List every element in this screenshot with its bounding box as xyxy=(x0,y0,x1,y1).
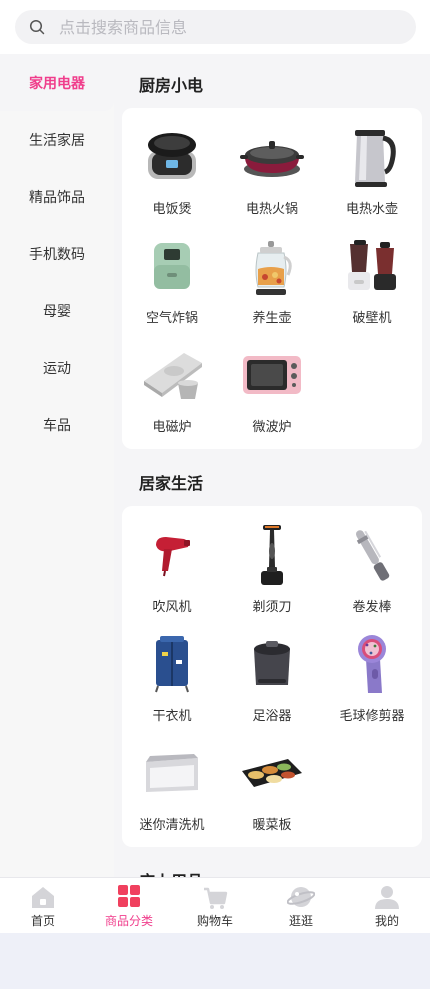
tab-cart[interactable]: 购物车 xyxy=(172,878,258,933)
product-label: 吹风机 xyxy=(152,600,192,615)
sidebar-item-baby[interactable]: 母婴 xyxy=(0,282,114,339)
rice-cooker-icon xyxy=(136,122,208,191)
planet-icon xyxy=(287,887,315,907)
tab-label: 我的 xyxy=(374,914,399,928)
tab-label: 购物车 xyxy=(196,914,233,928)
search-header xyxy=(0,0,430,54)
product-item[interactable]: 暖菜板 xyxy=(222,724,322,833)
bottom-tab-bar: 首页 商品分类 购物车 逛逛 我的 xyxy=(0,877,430,933)
product-item[interactable]: 吹风机 xyxy=(122,506,222,615)
tab-home[interactable]: 首页 xyxy=(0,878,86,933)
product-label: 足浴器 xyxy=(252,709,292,724)
home-icon xyxy=(32,887,54,908)
foot-bath-icon xyxy=(236,629,308,698)
product-item[interactable]: 足浴器 xyxy=(222,615,322,724)
sidebar-item-accessories[interactable]: 精品饰品 xyxy=(0,168,114,225)
product-item[interactable]: 破壁机 xyxy=(322,217,422,326)
mini-washer-icon xyxy=(136,738,208,807)
product-item[interactable]: 毛球修剪器 xyxy=(322,615,422,724)
sidebar-item-home-appliances[interactable]: 家用电器 xyxy=(0,54,114,111)
product-label: 干衣机 xyxy=(152,709,192,724)
product-item[interactable]: 电热水壶 xyxy=(322,108,422,217)
product-label: 剃须刀 xyxy=(252,600,292,615)
product-item[interactable]: 迷你清洗机 xyxy=(122,724,222,833)
curling-iron-icon xyxy=(336,520,408,589)
cart-icon xyxy=(204,887,228,909)
tab-explore[interactable]: 逛逛 xyxy=(258,878,344,933)
section-title: 厨房小电 xyxy=(139,76,204,95)
product-label: 电热火锅 xyxy=(245,202,298,217)
user-icon xyxy=(375,886,399,909)
product-item[interactable]: 空气炸锅 xyxy=(122,217,222,326)
product-label: 毛球修剪器 xyxy=(339,709,405,724)
induction-cooker-icon xyxy=(136,340,208,409)
hot-pot-icon xyxy=(236,122,308,191)
product-item[interactable]: 电磁炉 xyxy=(122,326,222,435)
section-title: 居家生活 xyxy=(139,474,204,493)
sidebar-item-digital[interactable]: 手机数码 xyxy=(0,225,114,282)
category-icon xyxy=(118,885,140,907)
tab-category[interactable]: 商品分类 xyxy=(86,878,172,933)
food-warmer-icon xyxy=(236,738,308,807)
shaver-icon xyxy=(236,520,308,589)
product-item[interactable]: 微波炉 xyxy=(222,326,322,435)
search-input[interactable] xyxy=(59,17,379,37)
product-label: 电磁炉 xyxy=(152,420,192,435)
product-label: 暖菜板 xyxy=(252,818,292,833)
tab-profile[interactable]: 我的 xyxy=(344,878,430,933)
product-label: 迷你清洗机 xyxy=(139,818,205,833)
sidebar-item-sports[interactable]: 运动 xyxy=(0,339,114,396)
product-label: 空气炸锅 xyxy=(145,311,198,326)
blender-icon xyxy=(336,231,408,300)
tab-label: 首页 xyxy=(30,914,55,928)
product-item[interactable]: 干衣机 xyxy=(122,615,222,724)
product-item[interactable]: 剃须刀 xyxy=(222,506,322,615)
product-item[interactable]: 电饭煲 xyxy=(122,108,222,217)
sidebar-item-home-living[interactable]: 生活家居 xyxy=(0,111,114,168)
health-pot-icon xyxy=(236,231,308,300)
product-grid: 电饭煲 电热火锅 电热水壶 空气炸锅 养生壶 破壁机 电磁炉 微波炉 xyxy=(122,108,422,449)
tab-label: 商品分类 xyxy=(104,914,153,928)
product-label: 卷发棒 xyxy=(352,600,392,615)
kettle-icon xyxy=(336,122,408,191)
microwave-icon xyxy=(236,340,308,409)
category-content: 厨房小电 电饭煲 电热火锅 电热水壶 空气炸锅 养生壶 破壁机 电磁炉 微波炉 … xyxy=(114,54,430,877)
product-item[interactable]: 电热火锅 xyxy=(222,108,322,217)
clothes-dryer-icon xyxy=(136,629,208,698)
hair-dryer-icon xyxy=(136,520,208,589)
product-label: 电热水壶 xyxy=(345,202,398,217)
section-title: 床上用品 xyxy=(139,868,203,877)
search-icon xyxy=(29,19,45,35)
search-box[interactable] xyxy=(15,10,416,44)
category-page: 家用电器 生活家居 精品饰品 手机数码 母婴 运动 车品 厨房小电 xyxy=(0,0,430,933)
product-grid: 吹风机 剃须刀 卷发棒 干衣机 足浴器 毛球修剪器 迷你清洗机 暖菜板 xyxy=(122,506,422,847)
product-item[interactable]: 卷发棒 xyxy=(322,506,422,615)
product-label: 养生壶 xyxy=(252,311,292,326)
product-label: 微波炉 xyxy=(252,420,292,435)
product-label: 电饭煲 xyxy=(152,202,192,217)
product-item[interactable]: 养生壶 xyxy=(222,217,322,326)
lint-remover-icon xyxy=(336,629,408,698)
tab-label: 逛逛 xyxy=(288,914,313,928)
air-fryer-icon xyxy=(136,231,208,300)
category-sidebar: 家用电器 生活家居 精品饰品 手机数码 母婴 运动 车品 xyxy=(0,54,114,877)
sidebar-item-car[interactable]: 车品 xyxy=(0,396,114,453)
product-label: 破壁机 xyxy=(352,311,392,326)
